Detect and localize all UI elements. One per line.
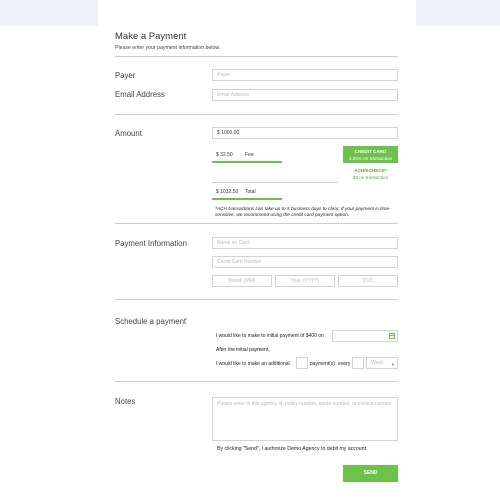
total-value: $ 1032.50: [216, 189, 239, 195]
credit-card-title: CREDIT CARD: [354, 148, 387, 154]
notes-textarea[interactable]: Please enter in this agency id, policy n…: [212, 397, 398, 441]
interval-input[interactable]: [352, 357, 364, 369]
amount-input[interactable]: $ 1000.00: [212, 127, 398, 139]
fee-divider: [212, 182, 338, 183]
fee-underline: [212, 161, 282, 163]
fee-value: $ 32.50: [216, 152, 233, 158]
chevron-up-icon[interactable]: ⌃: [183, 318, 189, 325]
page-subtitle: Please enter your payment information be…: [115, 45, 221, 51]
divider: [115, 381, 398, 382]
divider: [115, 223, 398, 224]
amount-label: Amount: [115, 129, 142, 138]
month-input[interactable]: Month (MM): [212, 275, 272, 287]
additional-text: I would like to make an additional: [216, 361, 290, 367]
ach-note: *ACH transactions can take up to 5 busin…: [215, 207, 391, 218]
credit-card-option[interactable]: CREDIT CARD 3.25% on transaction: [343, 146, 398, 163]
total-underline: [212, 198, 282, 200]
credit-card-detail: 3.25% on transaction: [348, 155, 393, 161]
authorization-text: By clicking "Send", I authorize Demo Age…: [217, 446, 368, 452]
period-select[interactable]: Week ▾: [366, 357, 398, 369]
email-input[interactable]: Email Address: [212, 89, 398, 101]
page-title: Make a Payment: [115, 31, 187, 42]
total-label: Total: [245, 189, 256, 195]
name-on-card-input[interactable]: Name on Card: [212, 237, 398, 249]
schedule-label: Schedule a payment: [115, 317, 187, 326]
caret-down-icon: ▾: [391, 362, 394, 368]
divider: [115, 114, 398, 115]
initial-date-input[interactable]: [332, 330, 398, 342]
after-initial-text: After the initial payment,: [216, 347, 270, 353]
ach-option[interactable]: ACH/ECHECK* $3 on transaction: [343, 166, 398, 182]
email-label: Email Address: [115, 90, 165, 99]
divider: [115, 299, 398, 300]
every-text: every: [338, 361, 351, 367]
additional-count-input[interactable]: [296, 357, 308, 369]
initial-payment-text: I would like to make to initial payment …: [216, 333, 324, 339]
ach-title: ACH/ECHECK*: [354, 168, 387, 173]
send-button[interactable]: SEND: [343, 465, 398, 482]
payments-text: payment(s): [310, 361, 336, 367]
period-select-value: Week: [371, 360, 384, 366]
year-input[interactable]: Year (YYYY): [275, 275, 335, 287]
calendar-icon[interactable]: [389, 333, 395, 339]
divider: [115, 56, 398, 57]
payer-label: Payer: [115, 71, 136, 80]
payer-input[interactable]: Payer: [212, 69, 398, 81]
ach-detail: $3 on transaction: [352, 175, 389, 180]
fee-label: Fee: [245, 152, 254, 158]
notes-label: Notes: [115, 397, 136, 406]
cvc-input[interactable]: CVC: [338, 275, 398, 287]
card-number-input[interactable]: Credit Card Number: [212, 256, 398, 268]
payment-info-label: Payment Information: [115, 239, 187, 248]
